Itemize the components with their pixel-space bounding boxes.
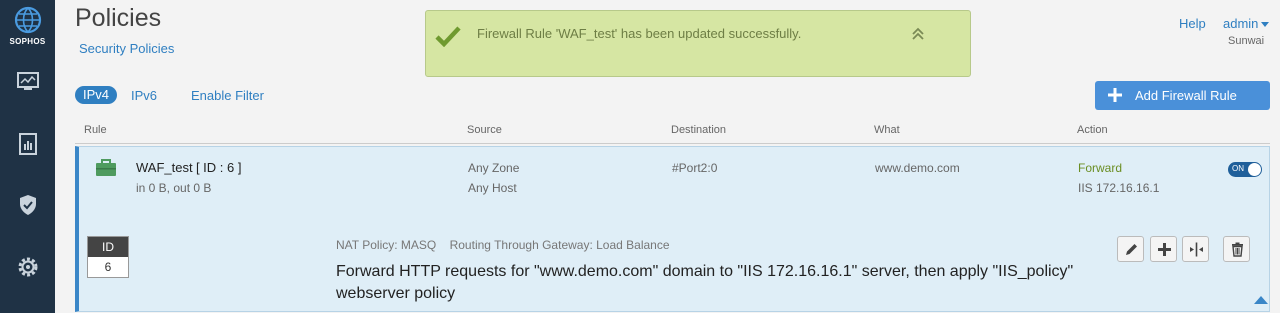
user-menu[interactable]: admin [1223,16,1270,31]
help-link[interactable]: Help [1179,16,1206,31]
add-button-label: Add Firewall Rule [1135,88,1237,103]
report-icon[interactable] [16,132,40,156]
routing-info: Routing Through Gateway: Load Balance [449,238,670,252]
shield-check-icon[interactable] [16,193,40,217]
enable-filter-link[interactable]: Enable Filter [191,88,264,103]
header-divider [75,143,1270,144]
source-host: Any Host [468,181,517,195]
delete-rule-button[interactable] [1223,236,1250,262]
tab-ipv6[interactable]: IPv6 [131,88,157,103]
collapse-row-icon[interactable] [1254,296,1268,304]
settings-gear-icon[interactable] [16,255,40,279]
rule-name-cell[interactable]: WAF_test [ ID : 6 ] [136,158,241,178]
collapse-chevron-icon[interactable] [912,27,924,41]
toast-message: Firewall Rule 'WAF_test' has been update… [477,26,802,41]
toggle-knob [1248,163,1261,176]
id-header: ID [88,237,128,257]
rule-description: Forward HTTP requests for "www.demo.com"… [336,263,1074,302]
edit-rule-button[interactable] [1117,236,1144,262]
globe-icon [14,6,41,34]
sophos-logo[interactable]: SOPHOS [0,6,55,46]
column-header-what: What [874,124,900,136]
tab-ipv4[interactable]: IPv4 [75,86,118,104]
what-value: www.demo.com [875,161,960,175]
monitor-icon[interactable] [16,70,40,94]
rule-traffic: in 0 B, out 0 B [136,181,212,195]
add-rule-below-button[interactable] [1150,236,1177,262]
move-arrows-icon [1190,242,1203,257]
column-header-destination: Destination [671,124,727,136]
rule-id-label: [ ID : 6 ] [195,160,242,175]
move-rule-button[interactable] [1182,236,1209,262]
action-target: IIS 172.16.16.1 [1078,181,1160,195]
plus-icon [1158,243,1171,256]
breadcrumb[interactable]: Security Policies [79,41,174,56]
brand-name: SOPHOS [9,37,46,46]
source-zone: Any Zone [468,161,520,175]
organization-name: Sunwai [1228,35,1265,47]
id-value: 6 [104,260,112,274]
add-firewall-rule-button[interactable]: Add Firewall Rule [1095,81,1270,110]
action-value: Forward [1078,161,1123,175]
rule-name: WAF_test [136,160,193,175]
rule-id-box: ID 6 [87,236,129,278]
toggle-label: ON [1232,164,1244,173]
left-nav-rail: SOPHOS [0,0,55,313]
chevron-down-icon [1261,22,1270,28]
briefcase-icon [96,159,116,176]
column-header-source: Source [467,124,502,136]
trash-icon [1232,242,1243,257]
success-toast: Firewall Rule 'WAF_test' has been update… [425,10,971,77]
nat-policy: NAT Policy: MASQ [336,238,437,252]
check-icon [435,26,461,47]
column-header-rule: Rule [84,124,107,136]
rule-enable-toggle[interactable]: ON [1228,162,1262,177]
plus-icon [1108,88,1122,102]
page-title: Policies [75,4,162,32]
column-header-action: Action [1077,124,1108,136]
pencil-icon [1126,244,1137,255]
user-name: admin [1223,16,1259,31]
rule-policy-details: NAT Policy: MASQ Routing Through Gateway… [336,238,670,252]
destination-value: #Port2:0 [672,161,718,175]
